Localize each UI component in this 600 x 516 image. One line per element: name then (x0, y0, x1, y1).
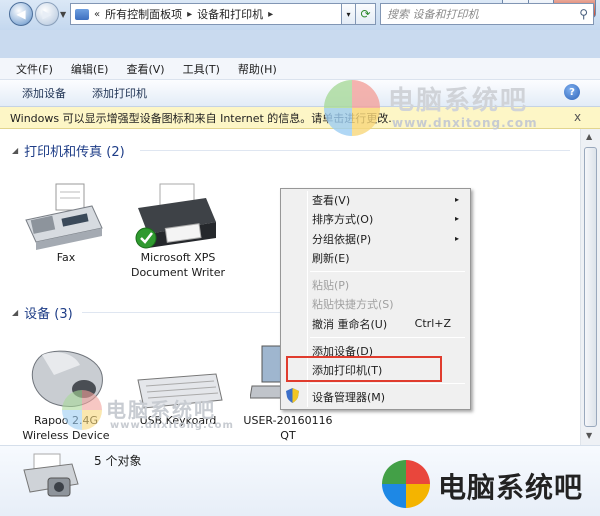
submenu-arrow-icon: ▸ (454, 195, 459, 204)
forward-button[interactable]: ▶ (35, 2, 59, 26)
control-panel-icon (75, 8, 89, 20)
breadcrumb-devices-printers[interactable]: 设备和打印机 (197, 6, 263, 22)
ctx-label: 分组依据(P) (312, 232, 372, 246)
menu-edit[interactable]: 编辑(E) (71, 61, 109, 77)
ctx-undo-rename[interactable]: 撤消 重命名(U) Ctrl+Z (282, 314, 467, 333)
breadcrumb-separator-icon[interactable]: ▸ (187, 9, 192, 20)
scrollbar-thumb[interactable] (584, 147, 597, 427)
ctx-label: 粘贴快捷方式(S) (312, 297, 394, 311)
ctx-label: 查看(V) (312, 193, 351, 207)
forward-arrow-icon: ▶ (42, 7, 52, 21)
brand-name: 电脑系统吧 (438, 471, 584, 504)
highlight-annotation (286, 356, 442, 382)
device-label: USER-20160116 QT (243, 414, 333, 442)
watermark-brand: 电脑系统吧 (388, 86, 529, 116)
submenu-arrow-icon: ▸ (454, 214, 459, 223)
breadcrumb-separator-icon[interactable]: ▸ (268, 9, 273, 20)
watermark-url: www.dnxitong.com (392, 116, 538, 130)
ctx-group-by[interactable]: 分组依据(P) ▸ (282, 229, 467, 248)
search-icon[interactable]: ⚲ (579, 7, 588, 21)
ctx-label: 粘贴(P) (312, 278, 350, 292)
fax-icon[interactable] (22, 180, 106, 250)
group-title-devices: 设备 (3) (24, 307, 73, 322)
printer-icon[interactable] (130, 182, 220, 252)
menu-file[interactable]: 文件(F) (16, 61, 53, 77)
menu-separator (310, 271, 465, 272)
watermark-url: www.dnxitong.com (110, 420, 234, 431)
menu-help[interactable]: 帮助(H) (238, 61, 277, 77)
ctx-paste: 粘贴(P) (282, 275, 467, 294)
breadcrumb-control-panel[interactable]: 所有控制面板项 (105, 6, 182, 22)
refresh-icon[interactable]: ⟳ (356, 3, 376, 25)
history-dropdown-icon[interactable]: ▼ (60, 10, 66, 19)
address-prefix: « (94, 8, 101, 20)
menu-separator (310, 383, 465, 384)
back-button[interactable]: ◀ (9, 2, 33, 26)
address-dropdown-icon[interactable]: ▾ (342, 3, 356, 25)
collapse-icon[interactable]: ◢ (12, 146, 18, 155)
ctx-shortcut: Ctrl+Z (414, 317, 451, 330)
ctx-view[interactable]: 查看(V) ▸ (282, 190, 467, 209)
menu-tools[interactable]: 工具(T) (183, 61, 220, 77)
scroll-down-icon[interactable]: ▼ (586, 431, 592, 440)
collapse-icon[interactable]: ◢ (12, 308, 18, 317)
device-fax[interactable]: Fax (16, 250, 116, 265)
brand-logo (382, 460, 430, 508)
group-divider (140, 150, 570, 151)
vertical-scrollbar[interactable]: ▲ ▼ (580, 129, 600, 445)
ctx-sort-by[interactable]: 排序方式(O) ▸ (282, 209, 467, 228)
uac-shield-icon (286, 388, 299, 403)
submenu-arrow-icon: ▸ (454, 234, 459, 243)
add-printer-button[interactable]: 添加打印机 (92, 85, 147, 101)
devices-printers-icon (23, 453, 79, 497)
watermark-logo (324, 80, 380, 136)
info-bar-close-icon[interactable]: x (574, 110, 581, 124)
group-divider (82, 312, 280, 313)
ctx-label: 撤消 重命名(U) (312, 317, 388, 331)
watermark-brand: 电脑系统吧 (106, 398, 216, 422)
navigation-bar (0, 30, 600, 58)
add-device-button[interactable]: 添加设备 (22, 85, 66, 101)
computer-icon[interactable] (250, 342, 284, 402)
back-arrow-icon: ◀ (16, 7, 26, 21)
device-xps-writer[interactable]: Microsoft XPS Document Writer (128, 250, 228, 280)
group-header-devices[interactable]: ◢ 设备 (3) (12, 303, 73, 322)
menu-separator (310, 337, 465, 338)
menu-view[interactable]: 查看(V) (126, 61, 164, 77)
address-bar[interactable]: « 所有控制面板项 ▸ 设备和打印机 ▸ (70, 3, 342, 25)
search-input[interactable]: 搜索 设备和打印机 ⚲ (380, 3, 594, 25)
ctx-label: 排序方式(O) (312, 212, 374, 226)
ctx-refresh[interactable]: 刷新(E) (282, 248, 467, 267)
search-placeholder: 搜索 设备和打印机 (387, 8, 479, 21)
object-count: 5 个对象 (94, 454, 142, 468)
ctx-device-manager[interactable]: 设备管理器(M) (282, 387, 467, 406)
group-title-printers: 打印机和传真 (2) (24, 145, 125, 160)
device-label: Fax (56, 251, 76, 264)
ctx-label: 刷新(E) (312, 251, 350, 265)
device-label: Microsoft XPS Document Writer (130, 251, 226, 279)
menu-bar: 文件(F) 编辑(E) 查看(V) 工具(T) 帮助(H) (0, 58, 600, 80)
group-header-printers[interactable]: ◢ 打印机和传真 (2) (12, 141, 125, 160)
scroll-up-icon[interactable]: ▲ (586, 132, 592, 141)
ctx-label: 设备管理器(M) (312, 390, 386, 404)
device-user-computer[interactable]: USER-20160116 QT (238, 413, 338, 443)
ctx-paste-shortcut: 粘贴快捷方式(S) (282, 294, 467, 313)
help-icon[interactable]: ? (564, 84, 580, 100)
